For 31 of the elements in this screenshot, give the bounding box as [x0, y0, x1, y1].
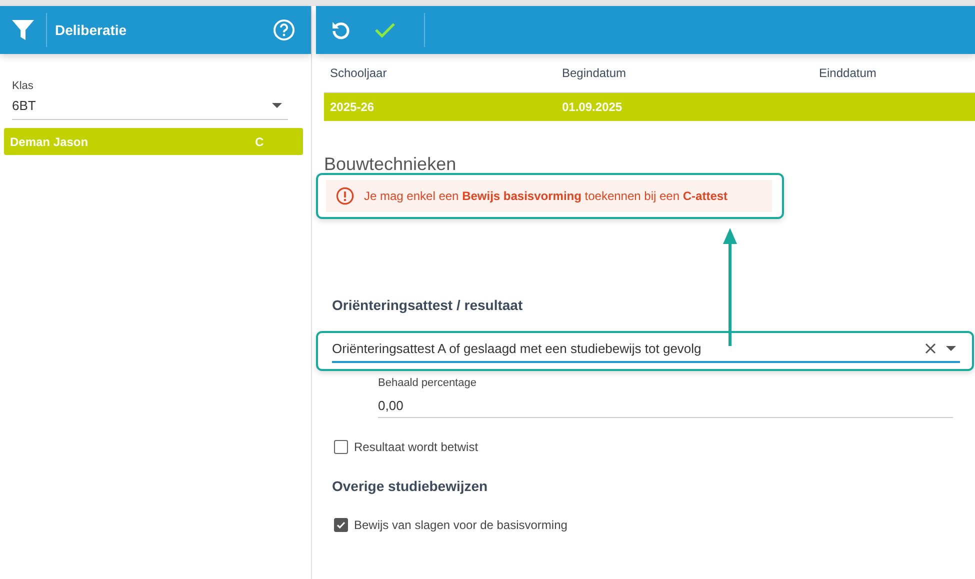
check-icon[interactable] [374, 21, 396, 39]
checkbox-label: Bewijs van slagen voor de basisvorming [354, 518, 568, 532]
column-header: Begindatum [562, 66, 628, 80]
warning-message: Je mag enkel een Bewijs basisvorming toekennen bij een C-attest [364, 189, 728, 203]
percentage-field[interactable]: Behaald percentage 0,00 [378, 377, 953, 418]
section-title: Bouwtechnieken [324, 154, 458, 175]
field-value: 0,00 [378, 398, 404, 413]
help-icon[interactable] [273, 19, 295, 41]
table-cell-text: 2025-26 [330, 100, 376, 114]
panel-title: Deliberatie [55, 22, 128, 38]
checkbox[interactable] [334, 440, 348, 454]
checkbox-label: Resultaat wordt betwist [354, 440, 478, 454]
grade-label: C [255, 134, 265, 148]
caret-icon [946, 346, 956, 351]
warning-icon [336, 187, 354, 205]
field-label: Behaald percentage [378, 377, 478, 389]
filter-icon[interactable] [12, 20, 34, 40]
attest-select[interactable]: Oriënteringsattest A of geslaagd met een studiebewijs tot gevolg [332, 338, 960, 363]
class-select[interactable]: 6BT [12, 92, 288, 120]
section-heading: Overige studiebewijzen [332, 478, 489, 494]
caret-icon [272, 103, 282, 108]
student-name: Deman Jason [10, 134, 90, 148]
field-label: Klas [12, 80, 34, 92]
column-header: Einddatum [819, 66, 878, 80]
column-header: Schooljaar [330, 66, 388, 80]
checkbox[interactable] [334, 518, 348, 532]
undo-icon[interactable] [330, 19, 352, 41]
section-heading: Oriënteringsattest / resultaat [332, 297, 524, 313]
checkmark-icon [336, 520, 346, 530]
clear-icon[interactable] [925, 343, 936, 354]
table-cell-text: 01.09.2025 [562, 100, 624, 114]
